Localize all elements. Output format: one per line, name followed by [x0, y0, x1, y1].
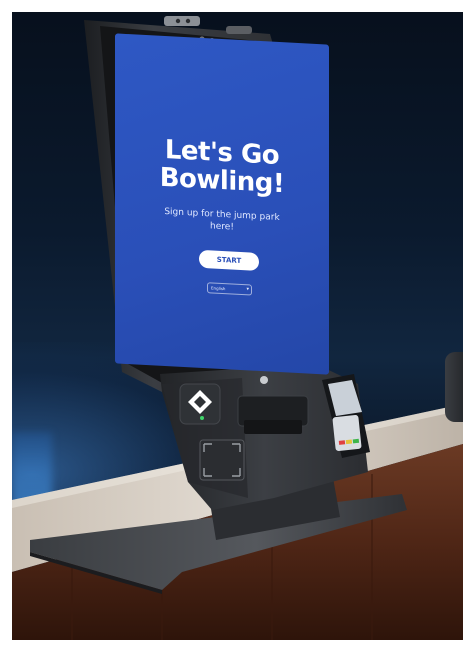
kiosk-photo: Let's Go Bowling! Sign up for the jump p… [12, 12, 463, 640]
kiosk-screen[interactable]: Let's Go Bowling! Sign up for the jump p… [115, 33, 329, 375]
language-select[interactable]: English ▾ [207, 282, 252, 296]
barcode-scanner[interactable] [179, 383, 221, 425]
screen-subtitle: Sign up for the jump park here! [164, 206, 280, 233]
nfc-reader[interactable] [199, 439, 245, 481]
receipt-printer [237, 395, 309, 434]
console-camera-icon [260, 376, 268, 384]
chevron-down-icon: ▾ [246, 286, 249, 293]
green-led-icon [200, 416, 204, 420]
screen-title: Let's Go Bowling! [159, 135, 285, 200]
start-button[interactable]: START [199, 249, 259, 271]
language-label: English [211, 285, 226, 292]
adjacent-kiosk [445, 352, 463, 422]
